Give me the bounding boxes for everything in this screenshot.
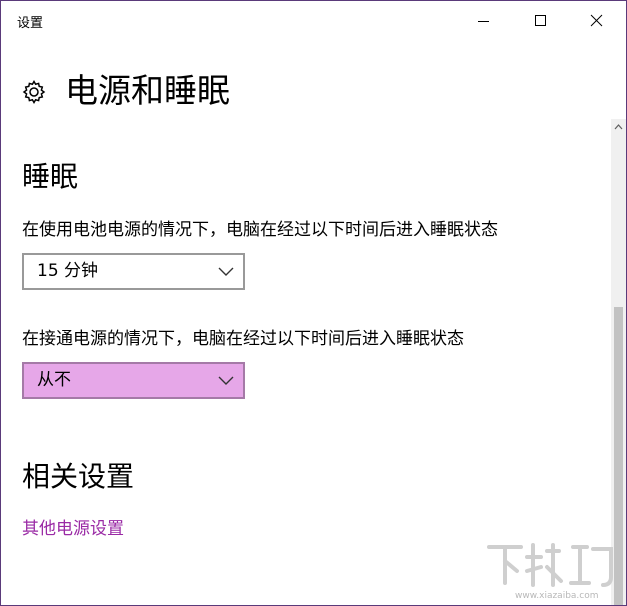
close-button[interactable]: [568, 1, 624, 41]
gear-icon: [22, 80, 46, 104]
battery-sleep-dropdown[interactable]: 15 分钟: [22, 253, 245, 290]
battery-sleep-label: 在使用电池电源的情况下，电脑在经过以下时间后进入睡眠状态: [22, 220, 498, 240]
battery-sleep-value: 15 分钟: [37, 261, 99, 281]
page-title: 电源和睡眠: [65, 71, 230, 110]
chevron-down-icon: [218, 267, 234, 276]
maximize-button[interactable]: [512, 1, 568, 41]
maximize-icon: [535, 15, 546, 26]
window-title: 设置: [17, 16, 44, 31]
sleep-heading: 睡眠: [22, 160, 79, 193]
plugged-sleep-label: 在接通电源的情况下，电脑在经过以下时间后进入睡眠状态: [22, 329, 464, 349]
chevron-down-icon: [218, 376, 234, 385]
scrollbar[interactable]: [611, 119, 626, 605]
title-bar[interactable]: 设置: [1, 1, 626, 41]
plugged-sleep-dropdown[interactable]: 从不: [22, 362, 245, 399]
close-icon: [590, 14, 603, 27]
plugged-sleep-value: 从不: [37, 370, 71, 390]
settings-window: 设置 电源和睡眠 睡眠 在使用电池电源的情况下，电脑在经过以下时间后进入睡眠状态…: [0, 0, 627, 606]
minimize-button[interactable]: [456, 1, 512, 41]
minimize-icon: [478, 21, 489, 22]
watermark-url: www.xiazaiba.com: [515, 591, 599, 601]
additional-power-settings-link[interactable]: 其他电源设置: [22, 518, 124, 540]
scroll-up-icon[interactable]: [611, 119, 626, 135]
related-settings-heading: 相关设置: [22, 460, 135, 493]
